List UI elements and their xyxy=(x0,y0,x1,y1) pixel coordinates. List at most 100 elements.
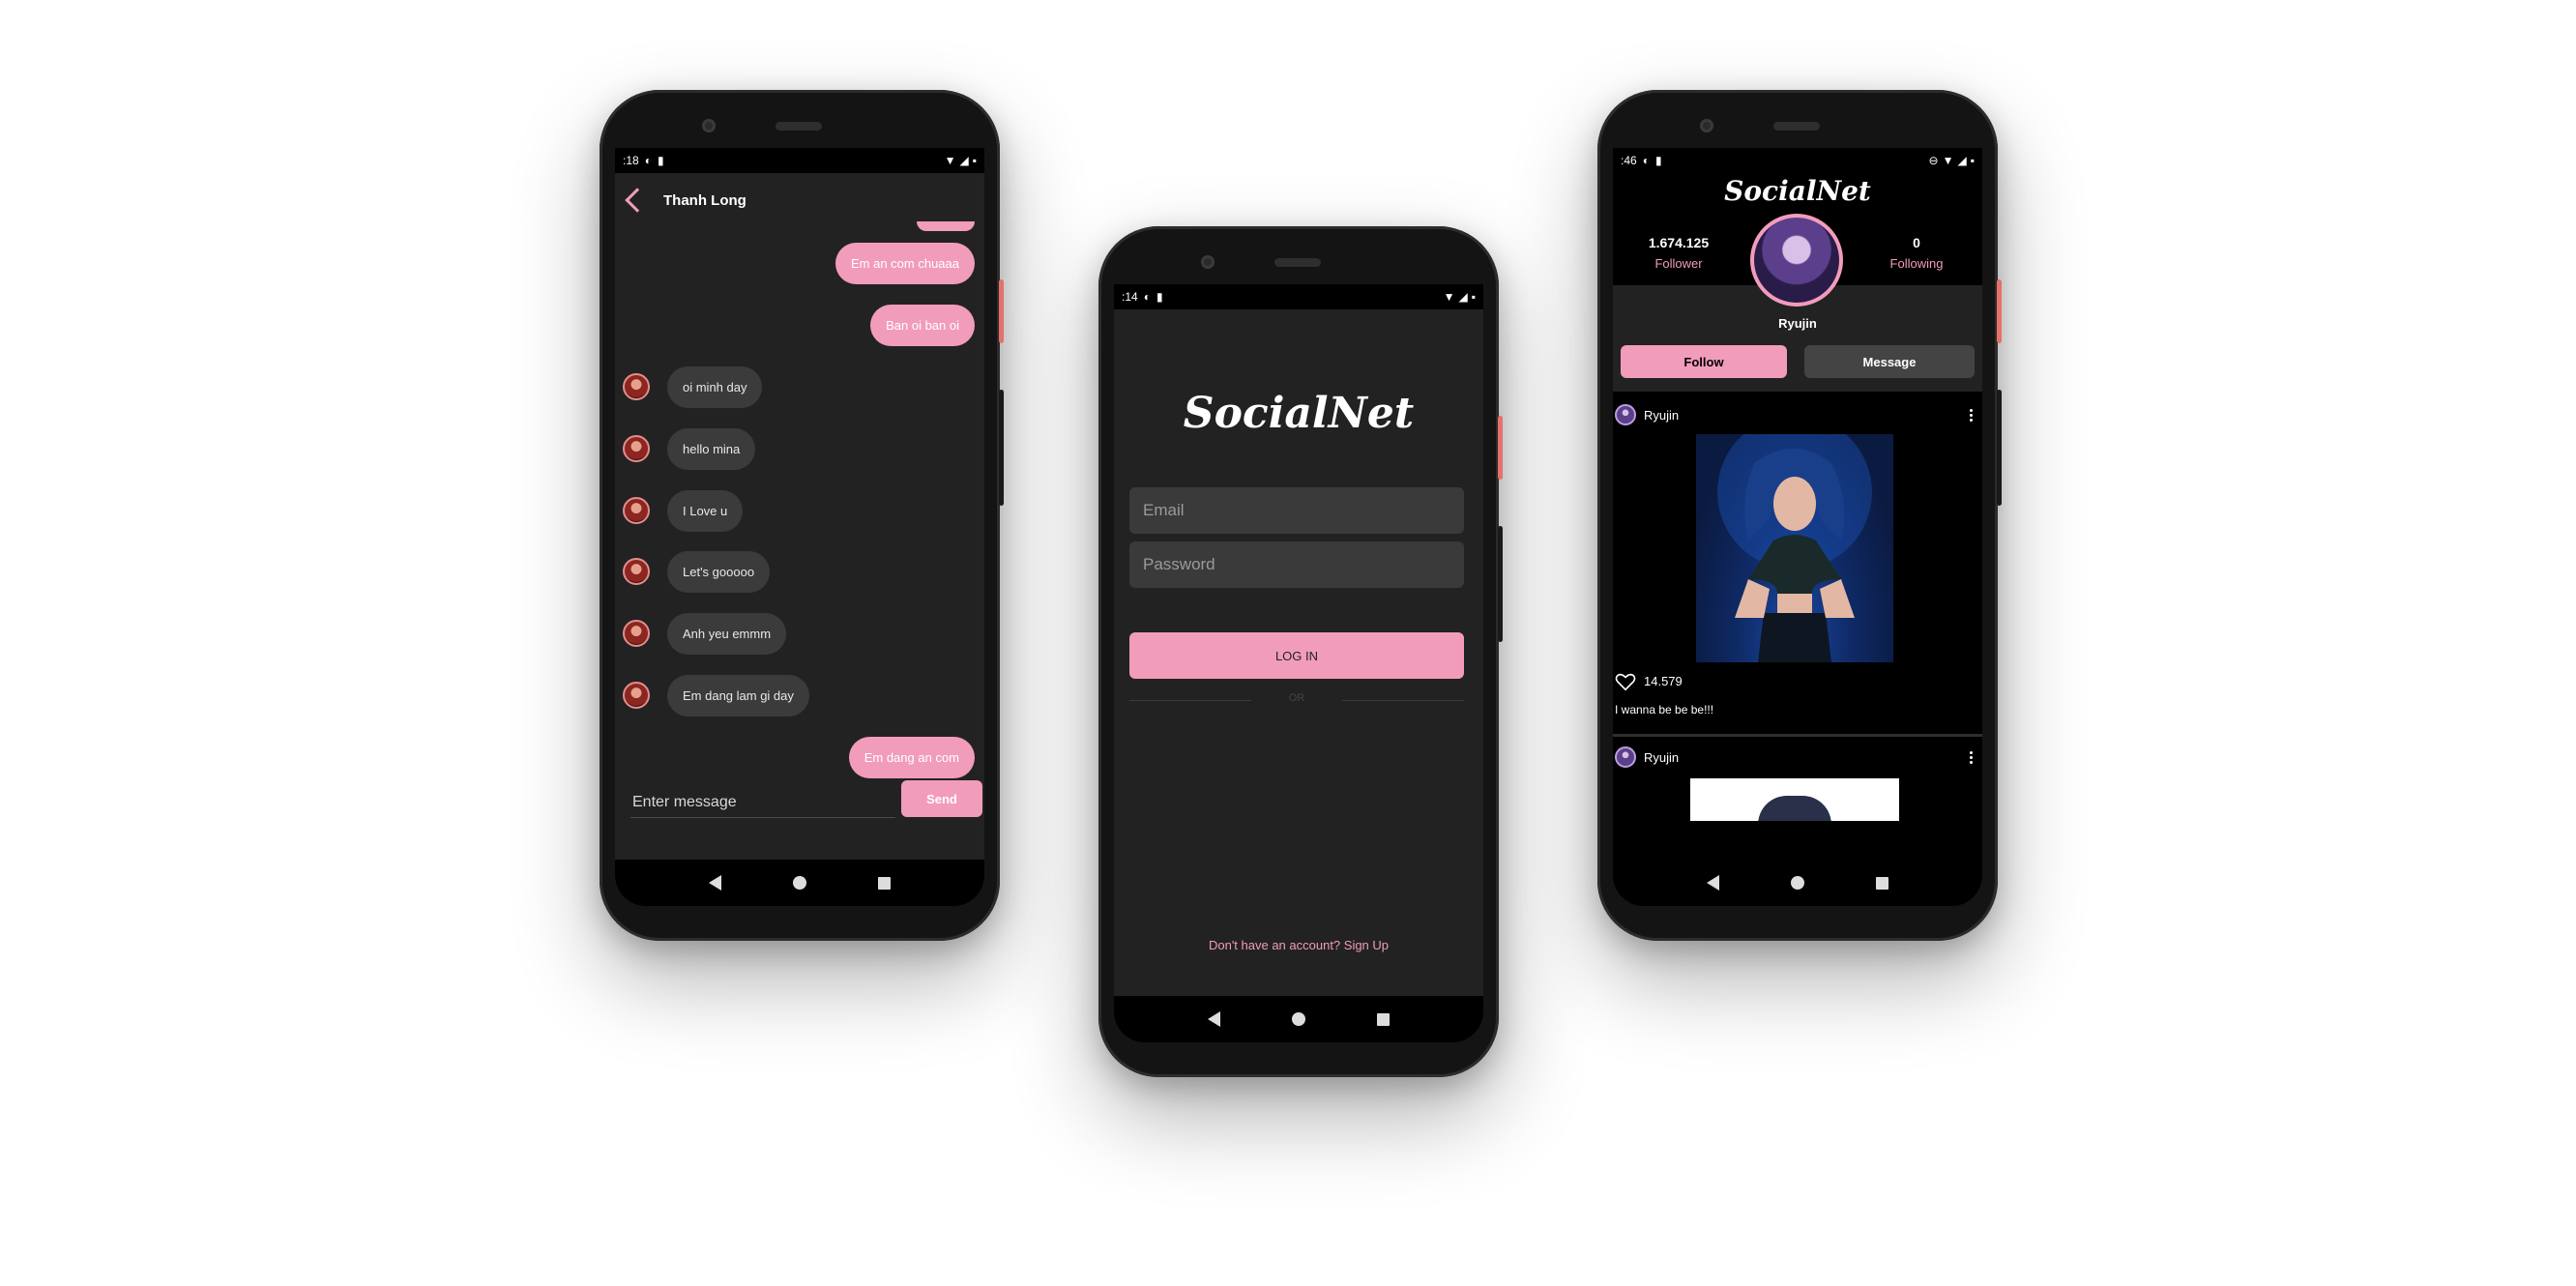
signal-icon: ◢ xyxy=(959,154,969,167)
dnd-icon: ⊖ xyxy=(1928,154,1939,167)
divider-line-right xyxy=(1342,700,1464,701)
wifi-icon: ▼ xyxy=(944,154,956,167)
login-button[interactable]: LOG IN xyxy=(1129,632,1464,679)
nav-back-icon[interactable] xyxy=(1707,875,1719,891)
chat-phone: :18 ◐ ▮ ▼ ◢ ▪ Thanh Long Em an com chuaa… xyxy=(600,90,1004,941)
contact-avatar xyxy=(623,373,650,400)
message-row: Ban oi ban oi xyxy=(615,303,984,347)
email-field[interactable] xyxy=(1129,487,1464,534)
contact-avatar xyxy=(623,558,650,585)
message-bubble-received: Em dang lam gi day xyxy=(667,674,809,716)
message-row: Em dang an com xyxy=(615,735,984,779)
message-row: Anh yeu emmm xyxy=(615,611,984,656)
sd-card-icon: ▮ xyxy=(1654,154,1662,167)
front-camera xyxy=(702,119,716,132)
profile-screen: :46 ◐ ▮ ⊖ ▼ ◢ ▪ SocialNet 1.674.125 Foll… xyxy=(1613,148,1982,906)
battery-icon: ▪ xyxy=(1970,154,1975,167)
follow-button[interactable]: Follow xyxy=(1621,345,1787,378)
earpiece-speaker xyxy=(1274,258,1321,267)
sync-icon: ◐ xyxy=(1642,154,1650,167)
post-author-name: Ryujin xyxy=(1644,749,1680,765)
or-label: OR xyxy=(1288,692,1305,704)
password-field[interactable] xyxy=(1129,541,1464,588)
followers-stat[interactable]: 1.674.125 Follower xyxy=(1621,235,1737,271)
post-separator xyxy=(1613,734,1982,737)
post-header: Ryujin xyxy=(1613,401,1982,428)
post-image[interactable] xyxy=(1696,434,1893,662)
status-time: :18 xyxy=(623,154,639,167)
nav-home-icon[interactable] xyxy=(1791,876,1804,890)
post-photo-illustration xyxy=(1758,796,1831,821)
message-row: oi minh day xyxy=(615,365,984,409)
message-input[interactable] xyxy=(630,788,895,818)
send-button[interactable]: Send xyxy=(901,780,982,817)
message-button[interactable]: Message xyxy=(1804,345,1975,378)
login-screen: :14 ◐ ▮ ▼ ◢ ▪ SocialNet LOG IN OR Don't … xyxy=(1114,284,1483,1042)
following-stat[interactable]: 0 Following xyxy=(1859,235,1975,271)
message-bubble-sent: Em dang an com xyxy=(848,736,975,778)
battery-icon: ▪ xyxy=(1471,290,1476,304)
android-nav-bar xyxy=(1114,996,1483,1042)
nav-back-icon[interactable] xyxy=(709,875,721,891)
android-nav-bar xyxy=(1613,860,1982,906)
nav-recents-icon[interactable] xyxy=(1377,1012,1390,1026)
nav-recents-icon[interactable] xyxy=(878,876,891,890)
more-options-icon[interactable] xyxy=(1970,408,1973,422)
message-bubble-received: hello mina xyxy=(667,427,756,470)
post-feed: Ryujin 14.579 I wanna be be be!!! Ryujin xyxy=(1613,397,1982,860)
nav-back-icon[interactable] xyxy=(1208,1011,1220,1027)
earpiece-speaker xyxy=(1773,122,1820,131)
signup-link[interactable]: Don't have an account? Sign Up xyxy=(1114,938,1483,952)
message-row: I Love u xyxy=(615,488,984,533)
signal-icon: ◢ xyxy=(1458,290,1468,304)
or-divider: OR xyxy=(1129,692,1464,708)
status-bar: :18 ◐ ▮ ▼ ◢ ▪ xyxy=(615,148,984,173)
nav-home-icon[interactable] xyxy=(1292,1012,1305,1026)
nav-home-icon[interactable] xyxy=(793,876,806,890)
app-logo: SocialNet xyxy=(1183,389,1415,438)
sync-icon: ◐ xyxy=(644,154,652,167)
followers-label: Follower xyxy=(1654,256,1703,271)
back-arrow-icon[interactable] xyxy=(625,188,650,213)
message-bubble-received: Let's gooooo xyxy=(667,550,771,593)
profile-avatar xyxy=(1750,214,1843,307)
more-options-icon[interactable] xyxy=(1970,750,1973,764)
app-logo: SocialNet xyxy=(1724,175,1871,207)
post-caption: I wanna be be be!!! xyxy=(1615,703,1714,716)
status-bar: :46 ◐ ▮ ⊖ ▼ ◢ ▪ xyxy=(1613,148,1982,173)
contact-avatar xyxy=(623,497,650,524)
front-camera xyxy=(1201,255,1215,269)
contact-avatar xyxy=(623,435,650,462)
status-time: :14 xyxy=(1122,290,1138,304)
login-phone: :14 ◐ ▮ ▼ ◢ ▪ SocialNet LOG IN OR Don't … xyxy=(1098,226,1503,1077)
front-camera xyxy=(1700,119,1713,132)
message-bubble-sent: Ban oi ban oi xyxy=(870,304,975,346)
contact-avatar xyxy=(623,682,650,709)
post-header: Ryujin xyxy=(1613,744,1982,771)
like-heart-icon[interactable] xyxy=(1615,672,1636,691)
signal-icon: ◢ xyxy=(1957,154,1967,167)
post-author-avatar xyxy=(1615,404,1636,425)
sync-icon: ◐ xyxy=(1143,290,1151,304)
message-row: hello mina xyxy=(615,426,984,471)
chat-header: Thanh Long xyxy=(615,173,984,227)
profile-username: Ryujin xyxy=(1778,316,1817,331)
nav-recents-icon[interactable] xyxy=(1876,876,1888,890)
profile-phone: :46 ◐ ▮ ⊖ ▼ ◢ ▪ SocialNet 1.674.125 Foll… xyxy=(1597,90,2002,941)
status-time: :46 xyxy=(1621,154,1637,167)
status-bar: :14 ◐ ▮ ▼ ◢ ▪ xyxy=(1114,284,1483,309)
contact-name: Thanh Long xyxy=(663,191,746,209)
message-bubble-received: Anh yeu emmm xyxy=(667,612,787,655)
message-row: Em dang lam gi day xyxy=(615,673,984,717)
battery-icon: ▪ xyxy=(972,154,977,167)
sd-card-icon: ▮ xyxy=(1156,290,1163,304)
following-label: Following xyxy=(1889,256,1944,271)
message-bubble-received: oi minh day xyxy=(667,365,763,408)
like-count: 14.579 xyxy=(1644,674,1683,688)
post-author-avatar xyxy=(1615,746,1636,768)
contact-avatar xyxy=(623,620,650,647)
following-count: 0 xyxy=(1913,235,1920,250)
post-photo-illustration xyxy=(1717,434,1872,662)
post-image[interactable] xyxy=(1690,778,1899,821)
message-row: Let's gooooo xyxy=(615,549,984,594)
